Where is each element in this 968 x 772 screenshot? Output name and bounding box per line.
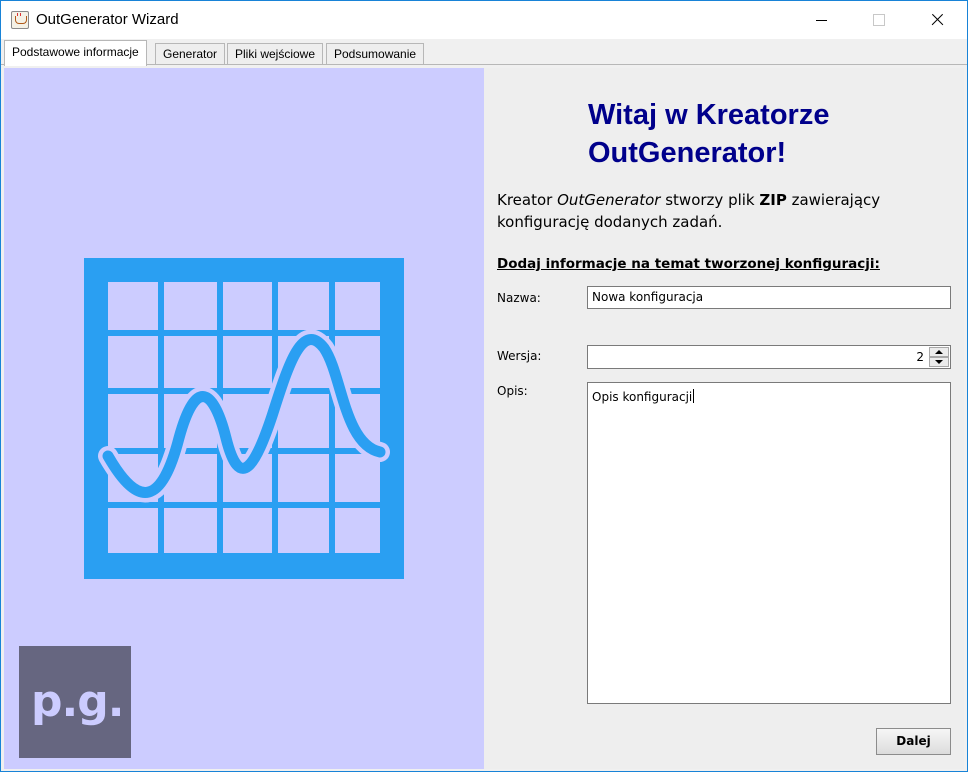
increment-arrow-icon[interactable] (929, 347, 949, 357)
title-bar[interactable]: OutGenerator Wizard (1, 1, 967, 39)
section-title: Dodaj informacje na temat tworzonej konf… (497, 256, 880, 272)
form-panel: Witaj w Kreatorze OutGenerator! Kreator … (484, 68, 964, 769)
tab-basic-info[interactable]: Podstawowe informacje (4, 40, 147, 66)
pg-logo-text: p.g. (31, 676, 124, 727)
intro-text: Kreator OutGenerator stworzy plik ZIP za… (497, 189, 947, 233)
wizard-window: OutGenerator Wizard Podstawowe informacj… (0, 0, 968, 772)
description-label: Opis: (497, 384, 528, 398)
next-button[interactable]: Dalej (876, 728, 951, 755)
name-label: Nazwa: (497, 291, 541, 305)
intro-bold: ZIP (759, 191, 787, 209)
text-caret (693, 389, 695, 403)
version-label: Wersja: (497, 349, 542, 363)
maximize-button[interactable] (850, 1, 908, 39)
intro-part1: Kreator (497, 191, 558, 209)
tab-generator[interactable]: Generator (155, 43, 226, 65)
close-button[interactable] (908, 1, 966, 39)
chart-grid-wave-icon (84, 258, 404, 579)
pg-logo: p.g. (19, 646, 131, 758)
welcome-heading-line1: Witaj w Kreatorze (588, 99, 830, 131)
intro-part2: stworzy plik (660, 191, 760, 209)
version-spinner[interactable]: 2 (587, 345, 951, 369)
tab-content: p.g. Witaj w Kreatorze OutGenerator! Kre… (4, 68, 964, 769)
welcome-heading: Witaj w Kreatorze OutGenerator! (588, 96, 948, 172)
welcome-heading-line2: OutGenerator! (588, 137, 787, 169)
name-input[interactable]: Nowa konfiguracja (587, 286, 951, 309)
java-cup-icon (11, 11, 29, 29)
window-title: OutGenerator Wizard (36, 11, 179, 28)
illustration-panel: p.g. (4, 68, 484, 769)
tab-summary[interactable]: Podsumowanie (326, 43, 425, 65)
tab-strip: Podstawowe informacje Generator Pliki we… (1, 39, 967, 66)
minimize-button[interactable] (792, 1, 850, 39)
intro-italic: OutGenerator (557, 191, 661, 209)
tab-input-files[interactable]: Pliki wejściowe (227, 43, 324, 65)
version-value: 2 (916, 350, 924, 364)
description-textarea[interactable]: Opis konfiguracji (587, 382, 951, 704)
description-value: Opis konfiguracji (592, 390, 693, 404)
decrement-arrow-icon[interactable] (929, 357, 949, 367)
